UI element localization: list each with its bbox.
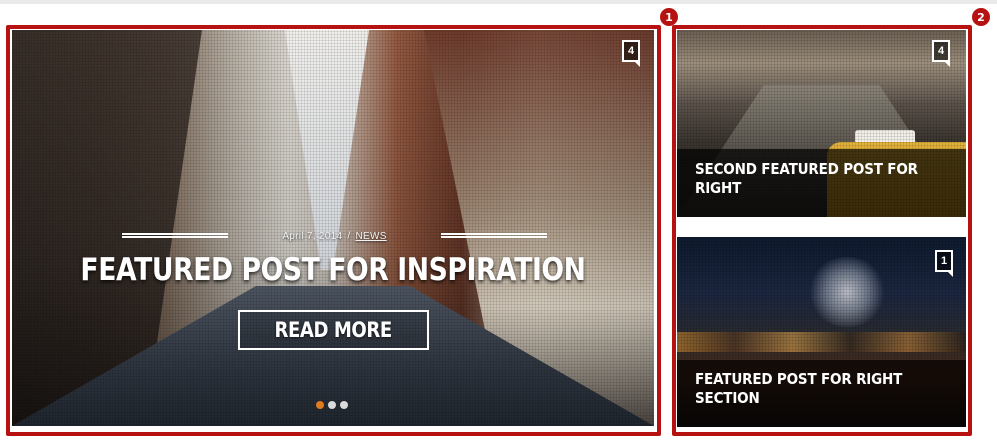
highlight-frame-side-posts (672, 25, 972, 436)
annotation-marker-2: 2 (972, 8, 990, 26)
highlight-frame-main-slider (6, 25, 661, 436)
annotation-marker-1: 1 (660, 8, 678, 26)
top-divider (0, 0, 997, 4)
